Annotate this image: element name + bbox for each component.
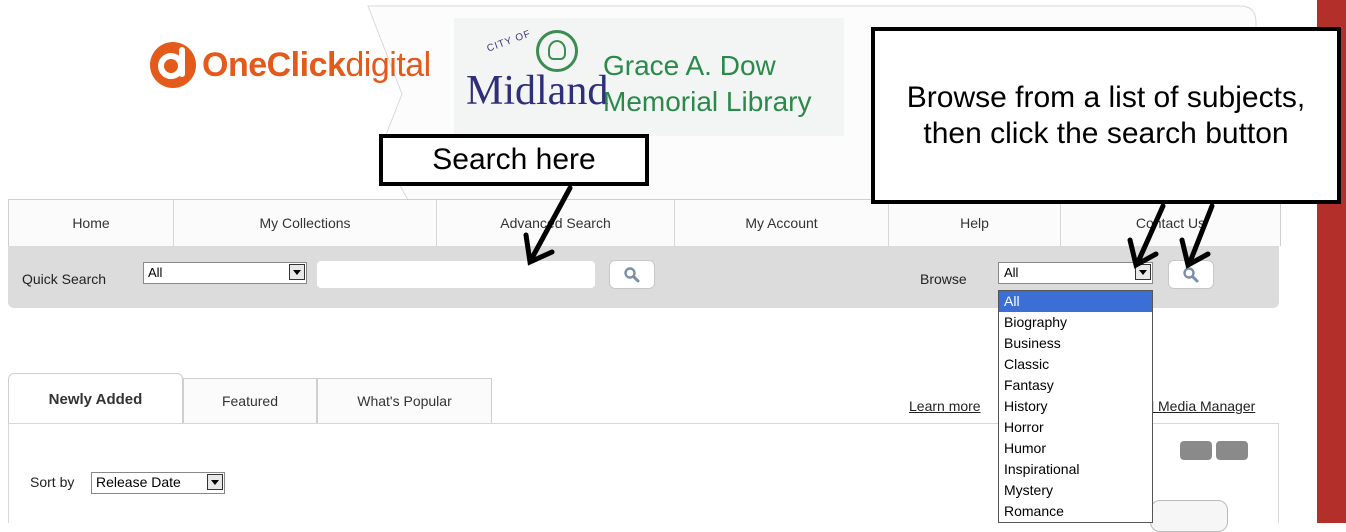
- nav-my-collections[interactable]: My Collections: [174, 200, 437, 246]
- dropdown-option[interactable]: Classic: [999, 354, 1152, 375]
- quick-search-button[interactable]: [609, 260, 655, 289]
- dropdown-option[interactable]: Humor: [999, 438, 1152, 459]
- logo-text-bold: OneClick: [202, 46, 346, 84]
- sort-label: Sort by: [30, 474, 75, 490]
- sort-select[interactable]: Release Date: [91, 472, 225, 494]
- nav-home[interactable]: Home: [9, 200, 174, 246]
- dropdown-option[interactable]: Business: [999, 333, 1152, 354]
- library-name-line2: Memorial Library: [603, 86, 812, 117]
- sort-selected-value: Release Date: [96, 474, 181, 490]
- library-city-name: Midland: [466, 68, 609, 114]
- nav-my-account[interactable]: My Account: [675, 200, 889, 246]
- learn-more-link[interactable]: Learn more: [909, 398, 981, 414]
- dropdown-option[interactable]: All: [999, 291, 1152, 312]
- main-nav: Home My Collections Advanced Search My A…: [8, 199, 1281, 246]
- logo-wordmark: OneClickdigital: [202, 48, 431, 82]
- browse-dropdown-list[interactable]: All Biography Business Classic Fantasy H…: [998, 290, 1153, 523]
- nav-advanced-search[interactable]: Advanced Search: [437, 200, 675, 246]
- browse-selected-value: All: [1004, 265, 1019, 280]
- dropdown-option[interactable]: Inspirational: [999, 459, 1152, 480]
- tab-featured[interactable]: Featured: [183, 378, 317, 423]
- dropdown-option[interactable]: Mystery: [999, 480, 1152, 501]
- dropdown-option[interactable]: Horror: [999, 417, 1152, 438]
- dropdown-arrow-icon[interactable]: [289, 264, 305, 280]
- media-manager-link[interactable]: l Media Manager: [1151, 398, 1255, 414]
- dropdown-option[interactable]: Romance: [999, 501, 1152, 522]
- quick-search-scope-select[interactable]: All: [143, 262, 307, 284]
- oneclick-logo-icon: [150, 42, 196, 88]
- browse-search-button[interactable]: [1168, 260, 1214, 289]
- dropdown-option[interactable]: Fantasy: [999, 375, 1152, 396]
- dropdown-arrow-icon[interactable]: [207, 474, 223, 490]
- callout-browse: Browse from a list of subjects, then cli…: [871, 27, 1341, 204]
- list-view-icon[interactable]: [1180, 441, 1212, 460]
- search-icon: [624, 267, 640, 283]
- callout-search-here: Search here: [379, 134, 649, 186]
- browse-subject-select[interactable]: All: [998, 262, 1153, 284]
- dropdown-option[interactable]: History: [999, 396, 1152, 417]
- browse-label: Browse: [920, 271, 967, 287]
- title-card[interactable]: [1150, 500, 1228, 532]
- city-seal-icon: [536, 30, 578, 72]
- nav-contact-us[interactable]: Contact Us: [1061, 200, 1280, 246]
- tab-newly-added[interactable]: Newly Added: [8, 373, 183, 424]
- page: OneClickdigital CITY OF Midland Grace A.…: [0, 0, 1346, 532]
- quick-search-input[interactable]: [317, 261, 595, 288]
- grid-view-icon[interactable]: [1216, 441, 1248, 460]
- search-icon: [1183, 267, 1199, 283]
- logo-text-light: digital: [345, 46, 431, 84]
- library-name-line1: Grace A. Dow: [603, 50, 776, 81]
- quick-search-label: Quick Search: [22, 271, 107, 287]
- nav-help[interactable]: Help: [889, 200, 1061, 246]
- dropdown-option[interactable]: Biography: [999, 312, 1152, 333]
- quick-search-scope-value: All: [148, 265, 163, 280]
- view-toggle: [1180, 441, 1248, 460]
- dropdown-arrow-icon[interactable]: [1135, 264, 1151, 280]
- oneclickdigital-logo[interactable]: OneClickdigital: [150, 42, 431, 88]
- tab-whats-popular[interactable]: What's Popular: [317, 378, 492, 423]
